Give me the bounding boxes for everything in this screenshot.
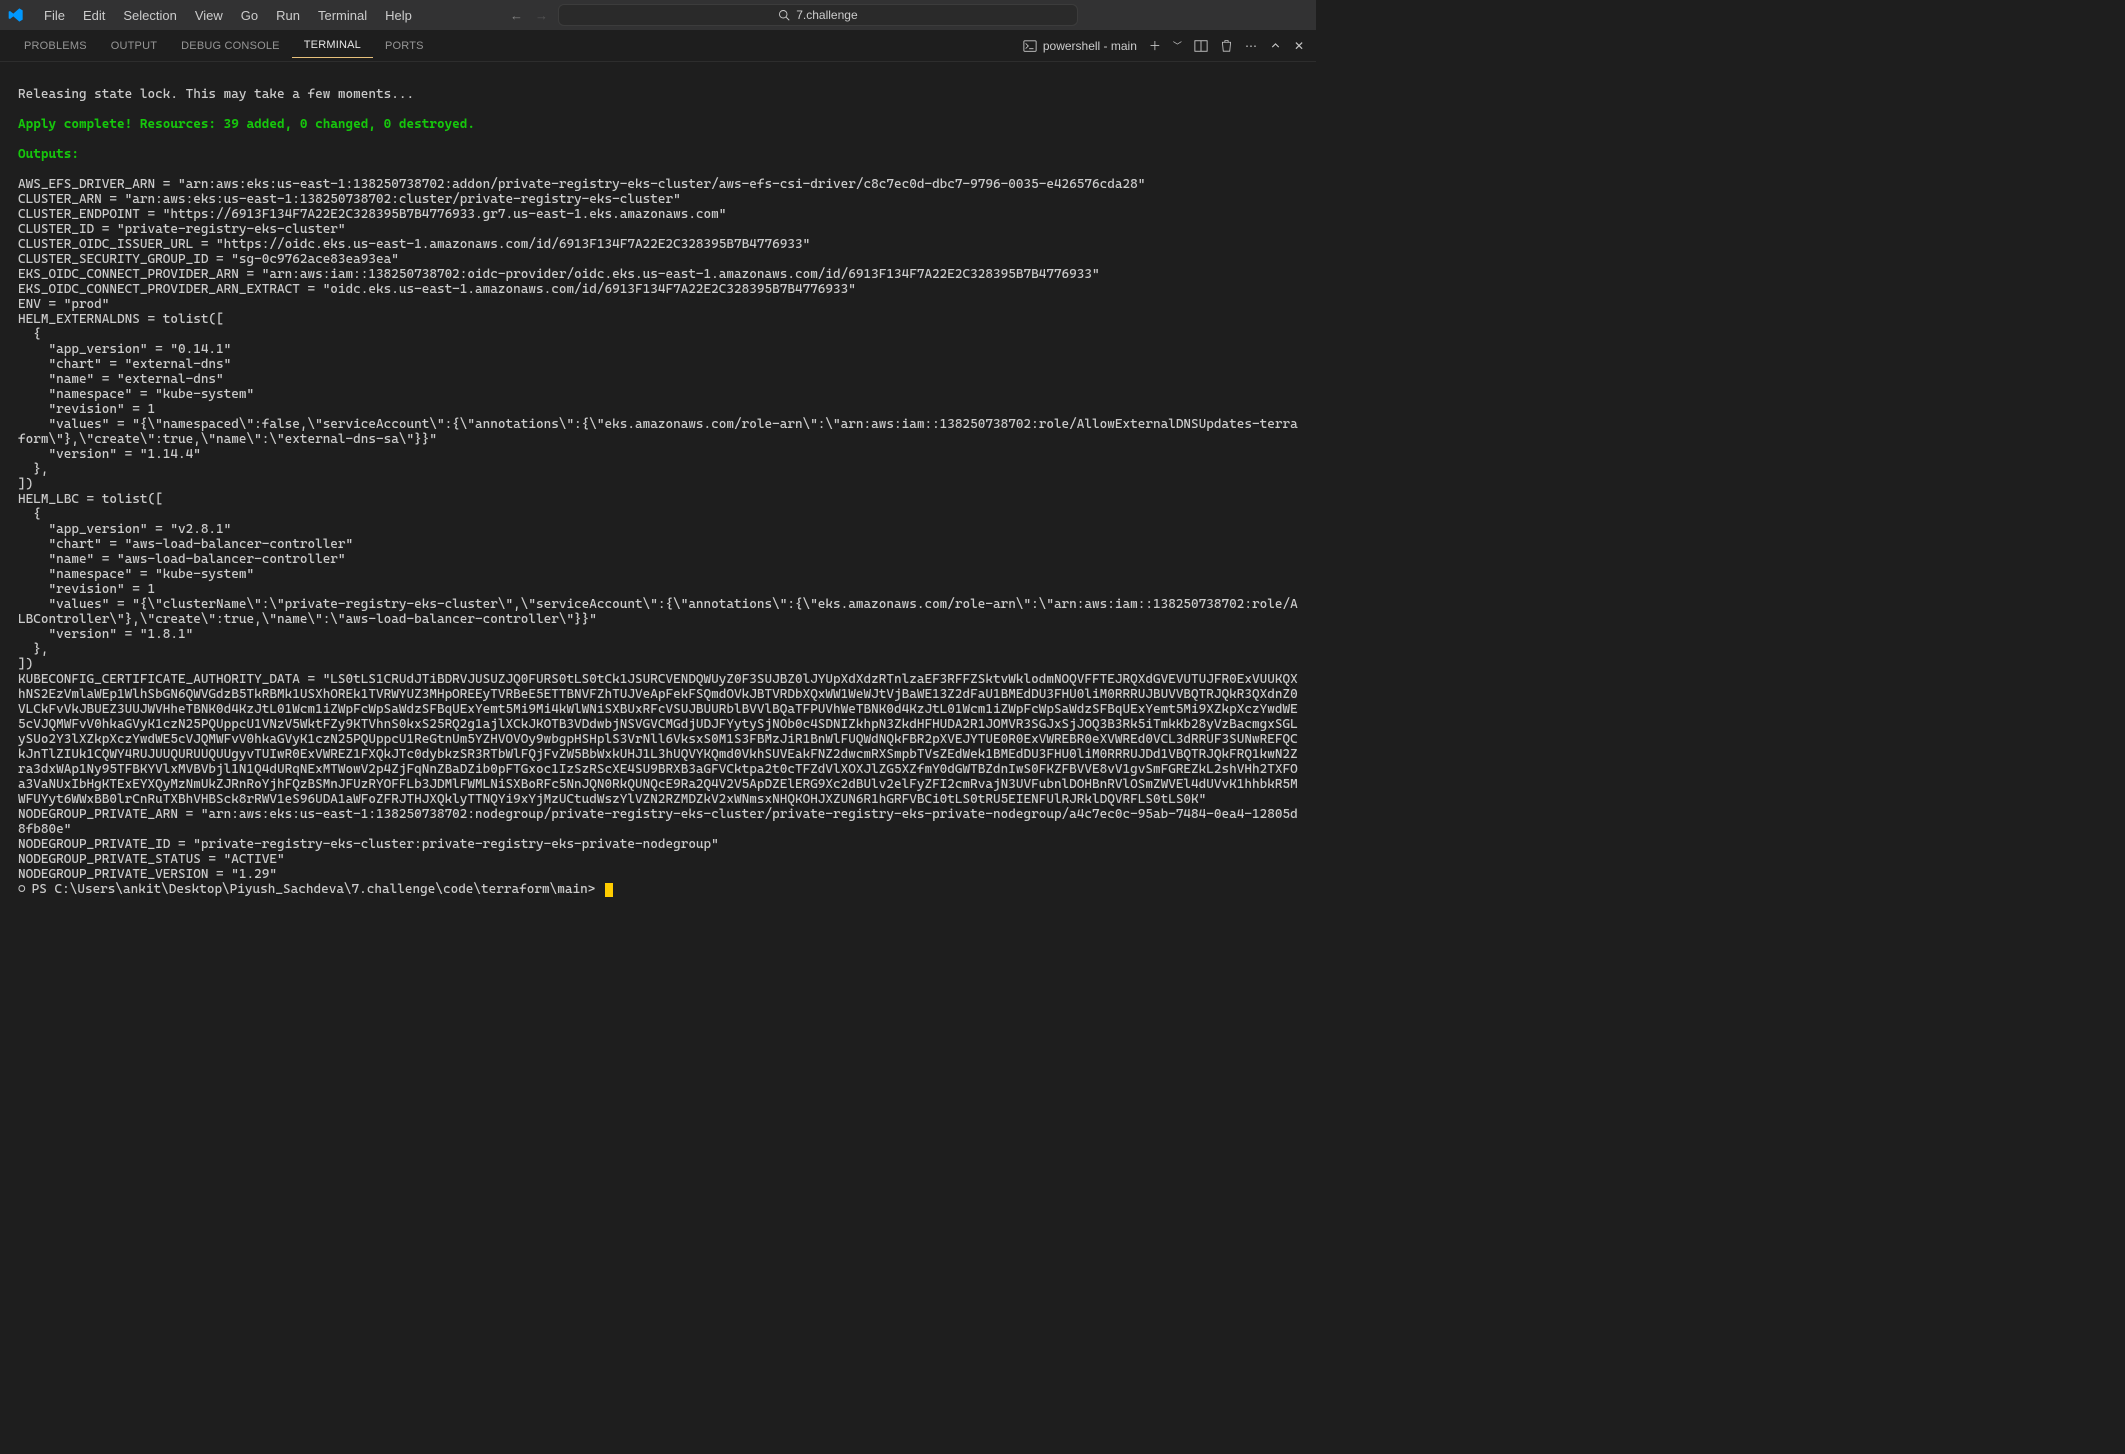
new-terminal-icon[interactable]: ＋	[1149, 37, 1161, 54]
terminal-icon	[1023, 39, 1037, 53]
terminal-output[interactable]: Releasing state lock. This may take a fe…	[0, 62, 1316, 901]
tab-terminal[interactable]: TERMINAL	[292, 33, 373, 58]
shell-name: powershell - main	[1043, 39, 1137, 53]
menu-go[interactable]: Go	[233, 4, 266, 27]
menu-bar: File Edit Selection View Go Run Terminal…	[36, 4, 420, 27]
menu-edit[interactable]: Edit	[75, 4, 113, 27]
menu-file[interactable]: File	[36, 4, 73, 27]
close-panel-icon[interactable]: ✕	[1294, 39, 1304, 53]
search-icon	[778, 9, 790, 21]
search-value: 7.challenge	[796, 8, 857, 22]
titlebar: File Edit Selection View Go Run Terminal…	[0, 0, 1316, 30]
tab-problems[interactable]: PROBLEMS	[12, 34, 99, 58]
nav-forward-icon[interactable]: →	[535, 8, 548, 23]
menu-help[interactable]: Help	[377, 4, 420, 27]
menu-view[interactable]: View	[187, 4, 231, 27]
tab-debug-console[interactable]: DEBUG CONSOLE	[169, 34, 292, 58]
maximize-panel-icon[interactable]	[1269, 39, 1282, 52]
kill-terminal-icon[interactable]	[1220, 39, 1233, 52]
tab-ports[interactable]: PORTS	[373, 34, 436, 58]
menu-terminal[interactable]: Terminal	[310, 4, 375, 27]
terminal-cursor	[605, 883, 613, 897]
terminal-dropdown-icon[interactable]: ﹀	[1173, 39, 1182, 52]
more-actions-icon[interactable]: ⋯	[1245, 39, 1257, 53]
vscode-icon	[8, 7, 24, 23]
nav-back-icon[interactable]: ←	[510, 8, 523, 23]
tab-output[interactable]: OUTPUT	[99, 34, 169, 58]
menu-run[interactable]: Run	[268, 4, 308, 27]
command-center[interactable]: 7.challenge	[558, 4, 1078, 26]
panel-tabs: PROBLEMS OUTPUT DEBUG CONSOLE TERMINAL P…	[0, 30, 1316, 62]
menu-selection[interactable]: Selection	[115, 4, 184, 27]
terminal-shell-selector[interactable]: powershell - main	[1023, 39, 1137, 53]
split-terminal-icon[interactable]	[1194, 39, 1208, 53]
